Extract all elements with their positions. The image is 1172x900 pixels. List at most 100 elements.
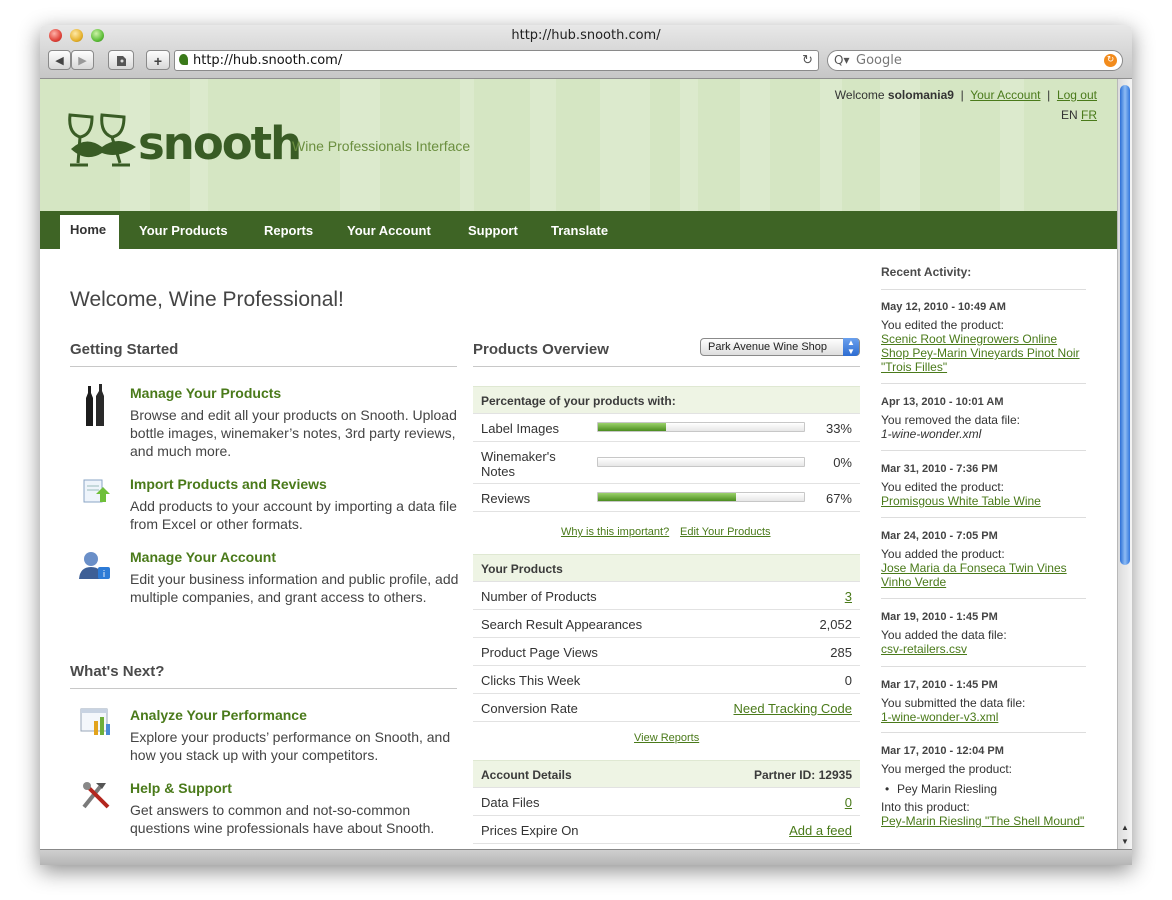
- account-header: Account Details: [481, 768, 572, 782]
- divider: |: [960, 88, 964, 102]
- number-of-products-link[interactable]: 3: [845, 589, 852, 604]
- activity-text: You submitted the data file:: [881, 696, 1026, 710]
- window-title: http://hub.snooth.com/: [511, 28, 661, 43]
- welcome-bar: Welcome solomania9 | Your Account | Log …: [835, 88, 1097, 102]
- activity-text: You merged the product:: [881, 762, 1012, 776]
- activity-link[interactable]: Jose Maria da Fonseca Twin Vines Vinho V…: [881, 561, 1086, 589]
- edit-products-link[interactable]: Edit Your Products: [680, 526, 771, 538]
- activity-entry: Mar 24, 2010 - 7:05 PM You added the pro…: [881, 530, 1086, 589]
- table-row: Number of Products 3: [473, 582, 860, 610]
- activity-date: Mar 31, 2010 - 7:36 PM: [881, 463, 998, 475]
- tab-your-account[interactable]: Your Account: [347, 223, 431, 238]
- snapback-icon[interactable]: ↻: [1104, 54, 1117, 67]
- import-products-link[interactable]: Import Products and Reviews: [130, 476, 327, 492]
- progress-bar: [597, 492, 805, 502]
- snooth-logo-icon[interactable]: [66, 111, 140, 169]
- why-important-link[interactable]: Why is this important?: [561, 526, 669, 538]
- pct-value: 0%: [833, 455, 852, 470]
- browser-window: http://hub.snooth.com/ ◀ ▶ + http://hub.…: [40, 25, 1132, 865]
- evernote-button[interactable]: [108, 50, 134, 70]
- url-bar[interactable]: http://hub.snooth.com/ ↻: [174, 50, 819, 71]
- shop-select[interactable]: Park Avenue Wine Shop ▲ ▼: [700, 338, 860, 356]
- row-label: Number of Products: [481, 589, 597, 604]
- activity-date: Mar 17, 2010 - 12:04 PM: [881, 745, 1004, 757]
- activity-link[interactable]: Scenic Root Winegrowers Online Shop Pey-…: [881, 332, 1086, 374]
- getting-started-heading: Getting Started: [70, 341, 179, 358]
- activity-bullet: • Pey Marin Riesling: [885, 782, 998, 796]
- row-label: Product Page Views: [481, 645, 598, 660]
- table-row: Reviews 67%: [473, 484, 860, 512]
- activity-link[interactable]: 1-wine-wonder-v3.xml: [881, 710, 1086, 724]
- tab-translate[interactable]: Translate: [551, 223, 608, 238]
- help-support-link[interactable]: Help & Support: [130, 780, 232, 796]
- page-title: Welcome, Wine Professional!: [70, 288, 344, 311]
- table-row: Search Result Appearances 2,052: [473, 610, 860, 638]
- back-button[interactable]: ◀: [48, 50, 71, 70]
- site-favicon-icon: [179, 54, 188, 65]
- row-label: Data Files: [481, 795, 540, 810]
- select-arrows-icon: ▲ ▼: [843, 338, 859, 356]
- analyze-performance-link[interactable]: Analyze Your Performance: [130, 707, 307, 723]
- scroll-thumb[interactable]: [1120, 85, 1130, 565]
- data-files-link[interactable]: 0: [845, 795, 852, 810]
- partner-id: Partner ID: 12935: [753, 768, 852, 782]
- activity-date: May 12, 2010 - 10:49 AM: [881, 301, 1006, 313]
- vertical-scrollbar[interactable]: ▲ ▼: [1117, 79, 1132, 849]
- tab-your-products[interactable]: Your Products: [139, 223, 228, 238]
- forward-button[interactable]: ▶: [71, 50, 94, 70]
- add-bookmark-button[interactable]: +: [146, 50, 170, 70]
- manage-account-desc: Edit your business information and publi…: [130, 571, 459, 605]
- row-label: Search Result Appearances: [481, 617, 643, 632]
- activity-text: You added the data file:: [881, 628, 1007, 642]
- your-account-link[interactable]: Your Account: [970, 88, 1040, 102]
- manage-products-link[interactable]: Manage Your Products: [130, 385, 281, 401]
- scroll-up-icon[interactable]: ▲: [1118, 821, 1132, 835]
- activity-entry: Mar 17, 2010 - 12:04 PM You merged the p…: [881, 745, 1086, 828]
- recent-activity-heading: Recent Activity:: [881, 265, 972, 279]
- account-user-icon: i: [79, 552, 110, 580]
- whats-next-heading: What's Next?: [70, 663, 165, 680]
- activity-text: You added the product:: [881, 547, 1005, 561]
- snooth-logo[interactable]: snooth: [138, 117, 302, 170]
- tab-reports[interactable]: Reports: [264, 223, 313, 238]
- activity-text: Into this product:: [881, 800, 970, 814]
- tab-home[interactable]: Home: [60, 215, 119, 249]
- row-value: 0: [844, 673, 852, 688]
- activity-link[interactable]: csv-retailers.csv: [881, 642, 1086, 656]
- activity-entry: Mar 31, 2010 - 7:36 PM You edited the pr…: [881, 463, 1086, 508]
- progress-bar: [597, 457, 805, 467]
- activity-link[interactable]: Pey-Marin Riesling "The Shell Mound": [881, 814, 1086, 828]
- manage-account-link[interactable]: Manage Your Account: [130, 549, 276, 565]
- search-field[interactable]: Q▾ Google ↻: [827, 50, 1123, 71]
- table-row: Label Images 33%: [473, 414, 860, 442]
- reload-icon[interactable]: ↻: [802, 51, 813, 70]
- activity-entry: Apr 13, 2010 - 10:01 AM You removed the …: [881, 396, 1086, 441]
- view-reports-link[interactable]: View Reports: [634, 732, 699, 744]
- status-bar: [40, 849, 1132, 865]
- lang-fr-link[interactable]: FR: [1081, 108, 1097, 122]
- logout-link[interactable]: Log out: [1057, 88, 1097, 102]
- activity-link[interactable]: Promisgous White Table Wine: [881, 494, 1086, 508]
- pct-value: 67%: [825, 491, 852, 506]
- wine-bottles-icon: [86, 384, 104, 426]
- products-header-row: Your Products: [473, 554, 860, 582]
- tracking-code-link[interactable]: Need Tracking Code: [733, 701, 852, 716]
- pct-header-row: Percentage of your products with:: [473, 386, 860, 414]
- pct-value: 33%: [825, 421, 852, 436]
- browser-toolbar: http://hub.snooth.com/ ◀ ▶ + http://hub.…: [40, 25, 1132, 79]
- activity-date: Mar 17, 2010 - 1:45 PM: [881, 679, 998, 691]
- scroll-down-icon[interactable]: ▼: [1118, 835, 1132, 849]
- tagline: Wine Professionals Interface: [292, 138, 471, 154]
- help-support-desc: Get answers to common and not-so-common …: [130, 802, 435, 836]
- progress-fill: [598, 493, 737, 501]
- table-row: Prices Expire On Add a feed: [473, 816, 860, 844]
- tab-support[interactable]: Support: [468, 223, 518, 238]
- activity-date: Apr 13, 2010 - 10:01 AM: [881, 396, 1004, 408]
- pct-header: Percentage of your products with:: [481, 394, 676, 408]
- welcome-prefix: Welcome: [834, 88, 888, 102]
- add-feed-link[interactable]: Add a feed: [789, 823, 852, 838]
- plus-icon: +: [153, 53, 163, 69]
- activity-entry: Mar 19, 2010 - 1:45 PM You added the dat…: [881, 611, 1086, 656]
- divider: |: [1047, 88, 1051, 102]
- svg-text:i: i: [103, 570, 106, 580]
